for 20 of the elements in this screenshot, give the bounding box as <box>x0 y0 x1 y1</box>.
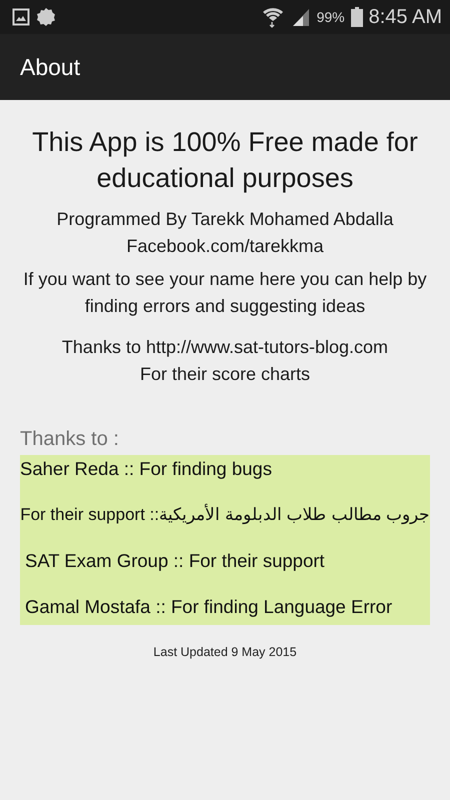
thanks-entry: SAT Exam Group :: For their support <box>24 549 326 573</box>
thanks-entry: جروب مطالب طلاب الدبلومة الأمريكية:: For their support <box>20 503 430 526</box>
thanks-heading: Thanks to : <box>20 428 119 451</box>
headline: This App is 100% Free made for educational purposes <box>31 126 419 195</box>
clock: 8:45 AM <box>368 6 442 28</box>
thanks-entry: Saher Reda :: For finding bugs <box>20 457 273 481</box>
wifi-icon <box>260 5 285 29</box>
thanks-entry: Gamal Mostafa :: For finding Language Error <box>24 595 394 619</box>
battery-percent: 99% <box>316 9 345 25</box>
screen-title: About <box>20 54 80 80</box>
last-updated: Last Updated 9 May 2015 <box>153 645 297 659</box>
info-text: Facebook.com/tarekkma <box>125 235 325 258</box>
signal-icon <box>290 7 311 27</box>
info-text: If you want to see your name here you can help by finding errors and suggesting ideas <box>22 268 428 318</box>
info-text: Thanks to http://www.sat-tutors-blog.com <box>62 336 388 359</box>
battery-icon <box>350 7 363 27</box>
badge-icon <box>36 7 56 27</box>
image-icon <box>12 8 30 26</box>
info-text: For their score charts <box>138 363 312 386</box>
info-text: Programmed By Tarekk Mohamed Abdalla <box>56 208 394 231</box>
